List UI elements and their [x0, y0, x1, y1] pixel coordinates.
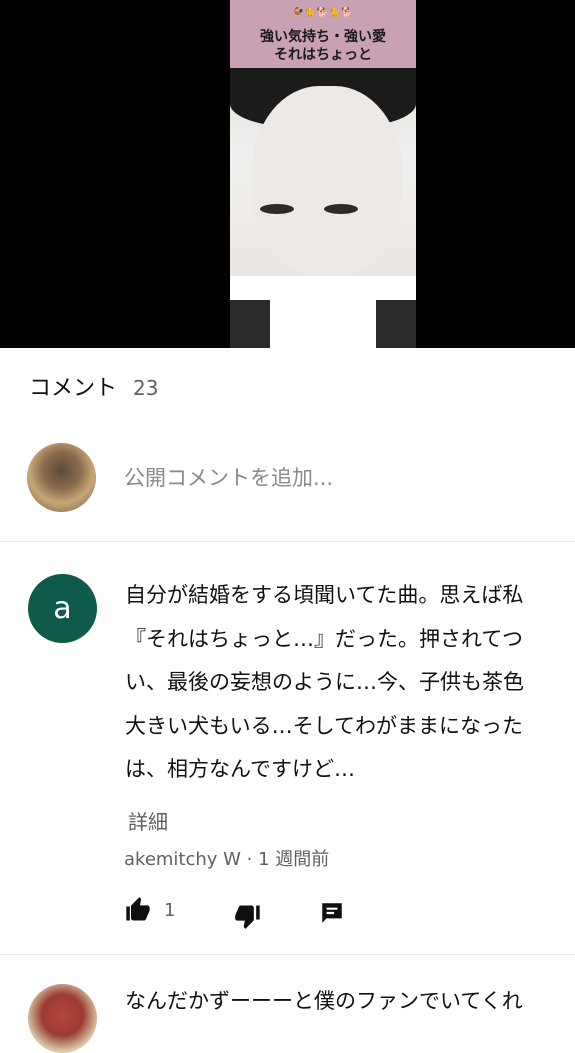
cover-title-band: 🐓🐈🐕🐈🐕 強い気持ち・強い愛 それはちょっと [230, 0, 416, 68]
divider [0, 954, 575, 955]
cover-title-line1: 強い気持ち・強い愛 [260, 29, 386, 45]
divider [0, 541, 575, 542]
cover-animal-silhouettes: 🐓🐈🐕🐈🐕 [292, 8, 354, 18]
like-count: 1 [164, 900, 176, 921]
comment-body: 自分が結婚をする頃聞いてた曲。思えば私 『それはちょっと…』だった。押されてつ … [125, 574, 575, 792]
video-player[interactable]: 🐓🐈🐕🐈🐕 強い気持ち・強い愛 それはちょっと [0, 0, 575, 348]
comment-line: 自分が結婚をする頃聞いてた曲。思えば私 [125, 583, 524, 607]
comment-line: 大きい犬もいる…そしてわがままになった [125, 713, 523, 738]
comments-title: コメント [29, 376, 118, 401]
avatar-letter: a [53, 591, 72, 626]
album-cover: 🐓🐈🐕🐈🐕 強い気持ち・強い愛 それはちょっと [230, 0, 416, 348]
commenter-avatar[interactable]: a [28, 574, 97, 643]
thumbs-down-icon[interactable] [234, 902, 262, 930]
comments-header: コメント 23 [29, 370, 158, 404]
comment-line: 『それはちょっと…』だった。押されてつ [125, 626, 523, 651]
portrait-jacket-left [230, 300, 270, 348]
current-user-avatar [27, 443, 96, 512]
portrait-jacket-right [376, 300, 416, 348]
portrait-eye-right [324, 204, 358, 214]
cover-title-line2: それはちょっと [274, 47, 372, 63]
comment-meta: akemitchy W · 1 週間前 [124, 849, 330, 870]
comment-line: は、相方なんですけど… [125, 757, 355, 781]
reply-icon[interactable] [319, 900, 345, 926]
read-more-link[interactable]: 詳細 [128, 806, 168, 835]
comment-actions: 1 [124, 896, 364, 930]
comment-line: い、最後の妄想のように…今、子供も茶色 [125, 670, 524, 694]
add-comment-input[interactable]: 公開コメントを追加... [124, 462, 333, 492]
comment-body: なんだかずーーーと僕のファンでいてくれ [125, 989, 523, 1013]
portrait-eye-left [260, 204, 294, 214]
commenter-avatar[interactable] [28, 984, 97, 1053]
comments-count: 23 [133, 376, 159, 400]
cover-portrait-face [252, 86, 402, 298]
thumbs-up-icon[interactable] [124, 896, 152, 924]
